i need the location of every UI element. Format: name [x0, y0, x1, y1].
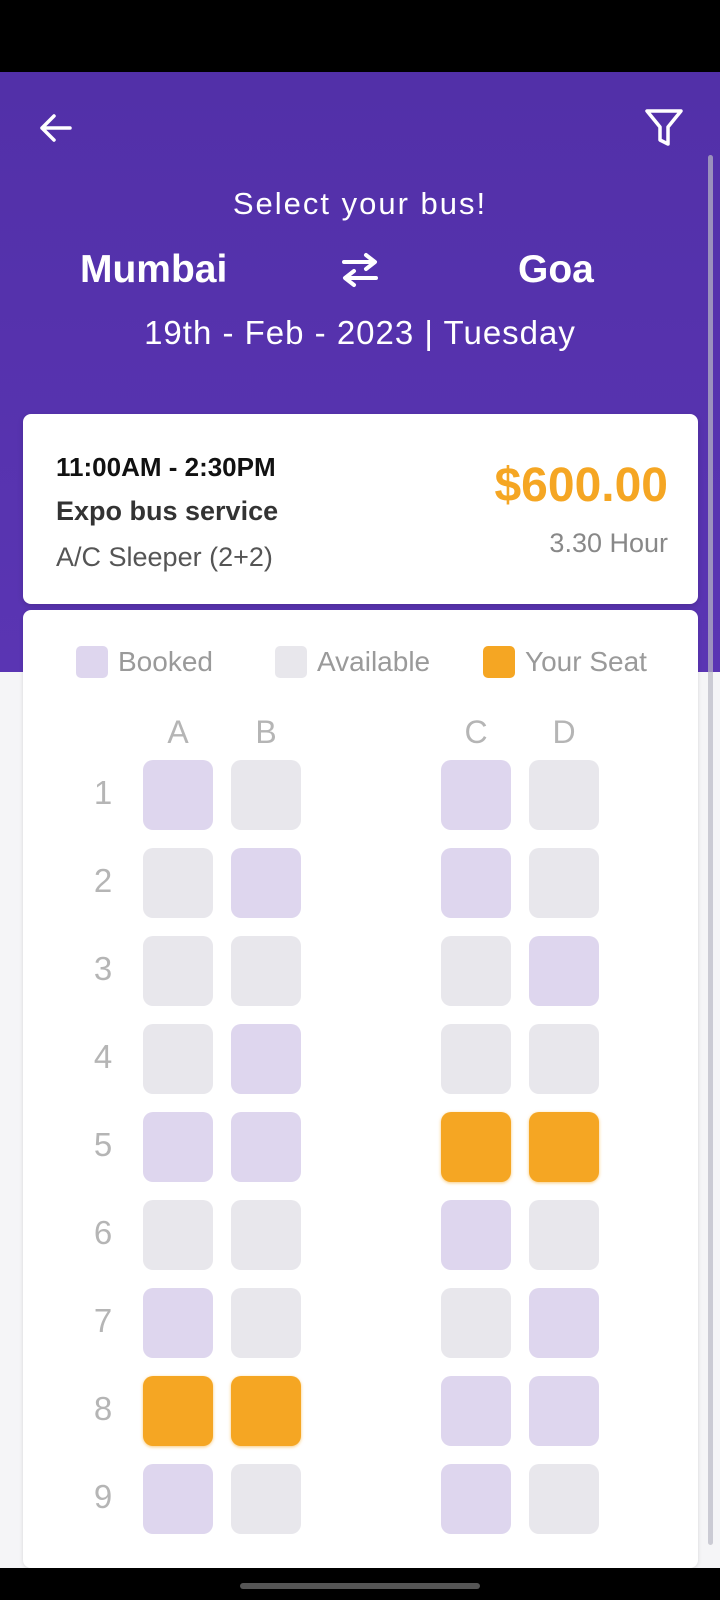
legend-available-label: Available — [317, 646, 431, 677]
filter-funnel-icon — [645, 109, 683, 146]
seat-3c-available[interactable] — [441, 936, 511, 1006]
seat-4b-booked — [231, 1024, 301, 1094]
seat-6d-available[interactable] — [529, 1200, 599, 1270]
bus-name: Expo bus service — [56, 496, 279, 526]
bus-time: 11:00AM - 2:30PM — [56, 452, 276, 482]
bus-price: $600.00 — [494, 459, 668, 512]
seat-2c-booked — [441, 848, 511, 918]
legend-booked-label: Booked — [118, 646, 213, 677]
column-label-c: C — [464, 714, 488, 750]
seat-7b-available[interactable] — [231, 1288, 301, 1358]
page-subtitle: Select your bus! — [232, 186, 488, 221]
seat-8c-booked — [441, 1376, 511, 1446]
home-indicator[interactable] — [240, 1583, 480, 1589]
bus-type: A/C Sleeper (2+2) — [56, 542, 273, 572]
status-bar — [0, 0, 720, 72]
seat-3a-available[interactable] — [143, 936, 213, 1006]
legend-your-seat-swatch — [483, 646, 515, 678]
seat-7d-booked — [529, 1288, 599, 1358]
filter-button[interactable] — [642, 106, 686, 150]
seat-1c-booked — [441, 760, 511, 830]
seat-9d-available[interactable] — [529, 1464, 599, 1534]
seat-5d-yours[interactable] — [529, 1112, 599, 1182]
seat-4d-available[interactable] — [529, 1024, 599, 1094]
row-label-8: 8 — [93, 1390, 113, 1427]
legend-booked-swatch — [76, 646, 108, 678]
seat-1d-available[interactable] — [529, 760, 599, 830]
back-button[interactable] — [36, 108, 76, 148]
seat-9c-booked — [441, 1464, 511, 1534]
seat-map-card: Booked Available Your Seat A B C D 1 2 3 4 5… — [23, 610, 698, 1568]
swap-arrows-icon — [342, 253, 378, 287]
seat-1b-available[interactable] — [231, 760, 301, 830]
seat-3d-booked — [529, 936, 599, 1006]
swap-cities-button[interactable] — [336, 250, 384, 290]
seat-5c-yours[interactable] — [441, 1112, 511, 1182]
seat-9b-available[interactable] — [231, 1464, 301, 1534]
seat-4a-available[interactable] — [143, 1024, 213, 1094]
bus-duration: 3.30 Hour — [549, 528, 668, 558]
seat-6b-available[interactable] — [231, 1200, 301, 1270]
seat-9a-booked — [143, 1464, 213, 1534]
row-label-7: 7 — [93, 1302, 113, 1339]
legend-your-seat: Your Seat — [483, 646, 647, 678]
column-label-a: A — [167, 714, 189, 750]
seat-2b-booked — [231, 848, 301, 918]
from-city: Mumbai — [80, 248, 228, 291]
arrow-left-icon — [40, 114, 72, 142]
seat-6c-booked — [441, 1200, 511, 1270]
seat-8a-yours[interactable] — [143, 1376, 213, 1446]
travel-date: 19th - Feb - 2023 | Tuesday — [144, 314, 576, 351]
row-label-3: 3 — [93, 950, 113, 987]
column-label-b: B — [255, 714, 277, 750]
seat-5b-booked — [231, 1112, 301, 1182]
seat-8b-yours[interactable] — [231, 1376, 301, 1446]
column-label-d: D — [552, 714, 576, 750]
legend-available: Available — [275, 646, 430, 678]
scrollbar[interactable] — [708, 155, 713, 1545]
row-label-6: 6 — [93, 1214, 113, 1251]
seat-2d-available[interactable] — [529, 848, 599, 918]
bus-info-card[interactable]: 11:00AM - 2:30PM Expo bus service A/C Sl… — [23, 414, 698, 604]
row-label-5: 5 — [93, 1126, 113, 1163]
seat-6a-available[interactable] — [143, 1200, 213, 1270]
row-label-1: 1 — [93, 774, 113, 811]
row-label-9: 9 — [93, 1478, 113, 1515]
seat-2a-available[interactable] — [143, 848, 213, 918]
seat-7a-booked — [143, 1288, 213, 1358]
to-city: Goa — [518, 248, 594, 291]
legend-available-swatch — [275, 646, 307, 678]
seat-4c-available[interactable] — [441, 1024, 511, 1094]
row-label-2: 2 — [93, 862, 113, 899]
legend-booked: Booked — [76, 646, 213, 678]
legend-your-seat-label: Your Seat — [525, 646, 647, 677]
seat-1a-booked — [143, 760, 213, 830]
seat-5a-booked — [143, 1112, 213, 1182]
seat-8d-booked — [529, 1376, 599, 1446]
row-label-4: 4 — [93, 1038, 113, 1075]
seat-7c-available[interactable] — [441, 1288, 511, 1358]
seat-3b-available[interactable] — [231, 936, 301, 1006]
